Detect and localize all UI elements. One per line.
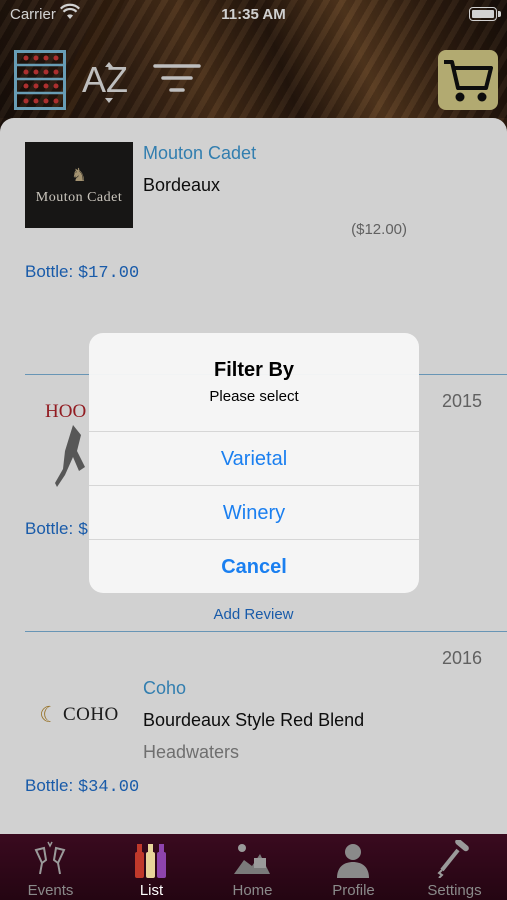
filter-varietal-button[interactable]: Varietal [89, 431, 419, 485]
toast-glasses-icon [30, 840, 70, 878]
filter-alert: Filter By Please select Varietal Winery … [89, 333, 419, 593]
wine-bottles-icon [131, 840, 171, 878]
vineyard-icon [232, 840, 272, 878]
modal-dim-overlay[interactable] [0, 0, 507, 118]
filter-winery-button[interactable]: Winery [89, 485, 419, 539]
tab-events[interactable]: Events [0, 834, 101, 900]
alert-message: Please select [209, 388, 299, 405]
tab-bar: Events List Home Profile Settings [0, 834, 507, 900]
tab-home[interactable]: Home [202, 834, 303, 900]
tab-label: Settings [427, 882, 482, 899]
person-icon [333, 840, 373, 878]
tab-label: Profile [332, 882, 375, 899]
alert-title: Filter By [213, 359, 295, 381]
tab-label: Home [232, 882, 273, 899]
tab-label: Events [27, 882, 74, 899]
tab-settings[interactable]: Settings [404, 834, 505, 900]
tab-profile[interactable]: Profile [303, 834, 404, 900]
corkscrew-icon [434, 838, 474, 879]
tab-label: List [139, 882, 164, 899]
tab-list[interactable]: List [101, 834, 202, 900]
cancel-button[interactable]: Cancel [89, 539, 419, 593]
